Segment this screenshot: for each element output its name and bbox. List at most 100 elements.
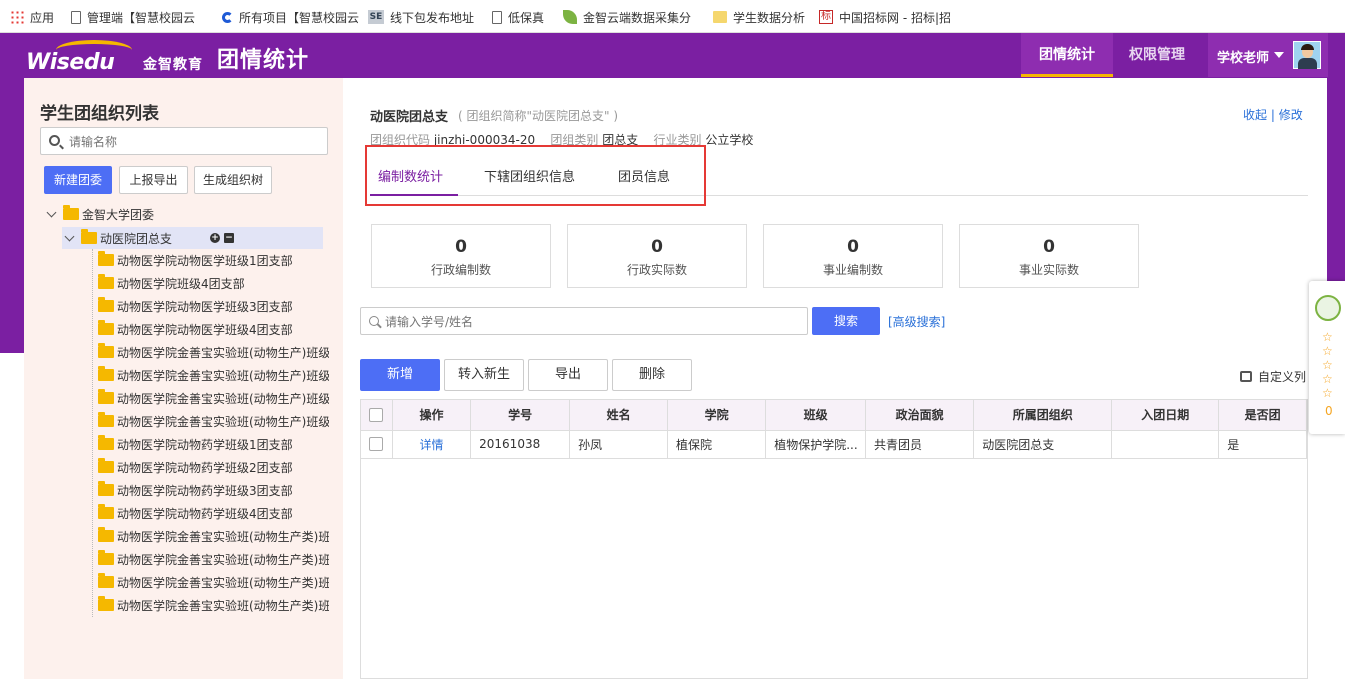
column-header[interactable]: 姓名 [569,400,668,431]
tree-root-label: 金智大学团委 [82,207,155,222]
column-header[interactable]: 入团日期 [1111,400,1220,431]
custom-columns-label: 自定义列 [1258,370,1307,384]
column-header[interactable]: 政治面貌 [865,400,975,431]
column-header[interactable]: 所属团组织 [973,400,1113,431]
tree-child-label: 动物医学院金善宝实验班(动物生产类)班 [117,598,329,613]
political-status-cell: 共青团员 [865,430,975,459]
folder-icon [98,251,114,266]
column-header[interactable]: 学院 [667,400,767,431]
member-table-container: 操作 学号 姓名 学院 班级 政治面貌 所属团组织 入团日期 是否团 详情 20… [360,399,1308,679]
tree-child-node[interactable]: 动物医学院金善宝实验班(动物生产)班级 [98,364,329,386]
star-icon[interactable]: ☆ [1322,359,1333,371]
bookmark-apps[interactable]: 应用 [10,8,54,26]
nav-tab-stats[interactable]: 团情统计 [1021,33,1113,77]
details-link[interactable]: 详情 [420,438,444,452]
bid-icon: 标 [819,10,833,24]
tree-child-node[interactable]: 动物医学院金善宝实验班(动物生产)班级 [98,341,329,363]
columns-settings-icon [1240,371,1252,382]
add-node-icon[interactable]: + [210,233,221,243]
star-icon[interactable]: ☆ [1322,345,1333,357]
bookmark-data-collect[interactable]: 金智云端数据采集分 [563,8,691,26]
wisedu-logo: Wisedu [26,40,132,75]
tree-child-node[interactable]: 动物医学院动物药学班级1团支部 [98,433,293,455]
row-checkbox[interactable] [369,437,384,452]
stat-label: 行政实际数 [626,263,687,277]
delete-button[interactable]: 删除 [612,359,692,391]
tree-child-node[interactable]: 动物医学院动物药学班级4团支部 [98,502,293,524]
column-header[interactable]: 班级 [765,400,866,431]
custom-columns-button[interactable]: 自定义列 [1240,368,1306,385]
nav-tab-permissions[interactable]: 权限管理 [1113,33,1201,77]
member-search[interactable] [360,307,808,335]
tree-root[interactable]: 金智大学团委 [46,203,155,225]
bookmark-bidding[interactable]: 标 中国招标网 - 招标|招 [819,8,951,26]
tree-child-label: 动物医学院动物医学班级3团支部 [117,299,293,314]
stat-card: 0 事业编制数 [763,224,943,288]
tree-child-node[interactable]: 动物医学院动物医学班级1团支部 [98,249,293,271]
edit-link[interactable]: 修改 [1279,108,1303,122]
column-header[interactable]: 学号 [470,400,571,431]
member-search-input[interactable] [385,313,785,331]
report-export-button[interactable]: 上报导出 [119,166,188,194]
leaf-icon [563,10,577,24]
floating-rating-panel[interactable]: ☆ ☆ ☆ ☆ ☆ 0 [1309,281,1345,434]
generate-tree-button[interactable]: 生成组织树 [194,166,272,194]
tree-selected-node[interactable]: 动医院团总支 + − [64,227,235,249]
remove-node-icon[interactable]: − [224,233,235,243]
tree-child-node[interactable]: 动物医学院金善宝实验班(动物生产)班级 [98,410,329,432]
page-icon [492,10,502,24]
org-name: 动医院团总支 [370,110,449,125]
name-cell: 孙凤 [569,430,668,459]
folder-icon [98,343,114,358]
collapse-link[interactable]: 收起 [1243,108,1267,122]
add-button[interactable]: 新增 [360,359,440,391]
folder-icon [98,504,114,519]
tree-child-node[interactable]: 动物医学院金善宝实验班(动物生产类)班 [98,548,329,570]
tree-child-node[interactable]: 动物医学院班级4团支部 [98,272,245,294]
tree-child-label: 动物医学院动物药学班级4团支部 [117,506,293,521]
bookmark-release[interactable]: SE 线下包发布地址 [368,8,474,26]
export-button[interactable]: 导出 [528,359,608,391]
tree-child-label: 动物医学院金善宝实验班(动物生产)班级 [117,414,329,429]
tree-child-node[interactable]: 动物医学院金善宝实验班(动物生产)班级 [98,387,329,409]
column-header[interactable]: 是否团 [1218,400,1307,431]
tree-child-node[interactable]: 动物医学院动物医学班级3团支部 [98,295,293,317]
star-icon[interactable]: ☆ [1322,387,1333,399]
select-all-checkbox[interactable] [369,408,384,422]
tree-child-node[interactable]: 动物医学院动物药学班级3团支部 [98,479,293,501]
advanced-search-link[interactable]: [高级搜索] [888,313,945,330]
search-button[interactable]: 搜索 [812,307,880,335]
folder-icon [81,229,97,244]
tree-child-label: 动物医学院金善宝实验班(动物生产)班级 [117,368,329,383]
member-table: 操作 学号 姓名 学院 班级 政治面貌 所属团组织 入团日期 是否团 详情 20… [361,400,1307,459]
table-row[interactable]: 详情 20161038 孙凤 植保院 植物保护学院... 共青团员 动医院团总支… [361,430,1307,459]
row-action-cell: 详情 [392,430,472,459]
new-committee-button[interactable]: 新建团委 [44,166,112,194]
sidebar-search[interactable] [40,127,328,155]
bookmark-admin[interactable]: 管理端【智慧校园云 [71,8,195,26]
transfer-new-button[interactable]: 转入新生 [444,359,524,391]
folder-icon [63,205,79,220]
tree-child-node[interactable]: 动物医学院动物药学班级2团支部 [98,456,293,478]
org-links: 收起 | 修改 [1243,106,1303,123]
tree-child-node[interactable]: 动物医学院金善宝实验班(动物生产类)班 [98,525,329,547]
star-icon[interactable]: ☆ [1322,373,1333,385]
tree-child-label: 动物医学院动物药学班级1团支部 [117,437,293,452]
folder-icon [98,458,114,473]
chevron-down-icon [46,207,57,217]
tree-child-node[interactable]: 动物医学院金善宝实验班(动物生产类)班 [98,594,329,616]
folder-icon [98,274,114,289]
tree-child-node[interactable]: 动物医学院金善宝实验班(动物生产类)班 [98,571,329,593]
bookmark-projects[interactable]: 所有项目【智慧校园云 [222,8,359,26]
folder-icon [713,11,727,23]
sidebar-search-input[interactable] [69,133,319,151]
tree-child-node[interactable]: 动物医学院动物医学班级4团支部 [98,318,293,340]
tree-child-label: 动物医学院金善宝实验班(动物生产类)班 [117,575,329,590]
tree-child-label: 动物医学院动物药学班级3团支部 [117,483,293,498]
bookmark-student-analysis[interactable]: 学生数据分析 [713,8,805,26]
bookmark-lowfi[interactable]: 低保真 [492,8,544,26]
star-icon[interactable]: ☆ [1322,331,1333,343]
user-menu[interactable]: 学校老师 [1208,33,1328,77]
tree-node-label: 动医院团总支 [100,231,173,246]
tree-child-label: 动物医学院金善宝实验班(动物生产)班级 [117,345,329,360]
